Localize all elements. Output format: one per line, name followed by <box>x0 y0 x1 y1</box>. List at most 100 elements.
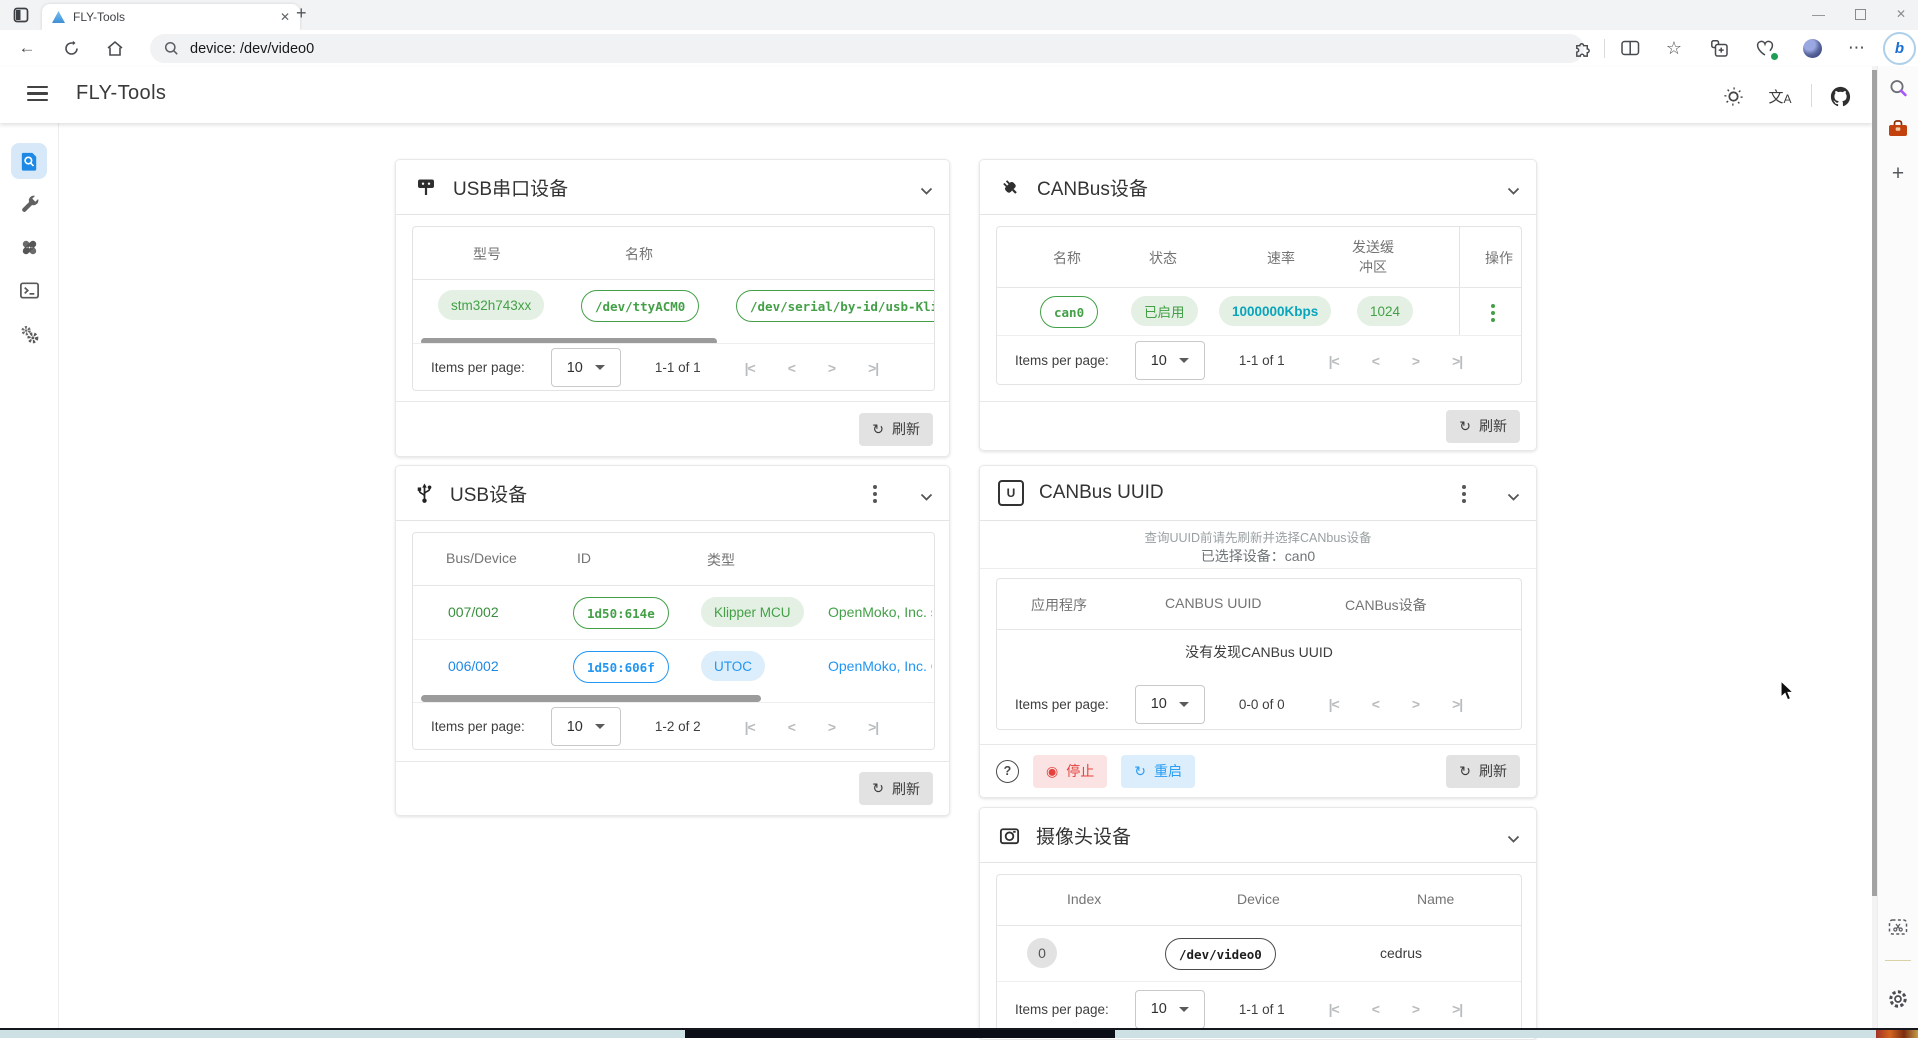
sidebar-add-icon[interactable]: + <box>1878 162 1918 186</box>
first-page-button[interactable]: |< <box>1329 353 1339 369</box>
home-icon[interactable] <box>100 33 130 63</box>
copilot-icon[interactable]: b <box>1883 32 1916 65</box>
refresh-icon[interactable] <box>56 33 86 63</box>
chevron-down-icon[interactable] <box>920 183 933 201</box>
chevron-down-icon[interactable] <box>1507 831 1520 849</box>
sidebar-toolbox-icon[interactable] <box>1878 119 1918 138</box>
device-search-icon <box>18 150 41 173</box>
device-path-chip[interactable]: /dev/serial/by-id/usb-Klipper_st <box>736 290 935 322</box>
favorites-star-icon[interactable]: ☆ <box>1659 33 1689 63</box>
panel-camera-header[interactable]: 摄像头设备 <box>980 808 1536 863</box>
prev-page-button[interactable]: < <box>1372 353 1379 369</box>
theme-toggle-icon[interactable] <box>1718 81 1748 111</box>
camera-device-chip[interactable]: /dev/video0 <box>1165 938 1276 970</box>
split-screen-icon[interactable] <box>1615 33 1645 63</box>
page-size-select[interactable]: 10 <box>1135 990 1205 1029</box>
panel-canbus-uuid-header[interactable]: U CANBus UUID <box>980 466 1536 521</box>
usb-id-chip[interactable]: 1d50:614e <box>573 597 669 629</box>
panel-usb-header[interactable]: USB设备 <box>396 466 949 521</box>
sidebar-settings-icon[interactable] <box>1878 988 1918 1010</box>
help-icon[interactable]: ? <box>996 760 1019 783</box>
items-per-page-label: Items per page: <box>1015 353 1109 368</box>
panel-canbus-header[interactable]: CANBus设备 <box>980 160 1536 215</box>
translate-icon[interactable]: 文A <box>1765 81 1795 111</box>
last-page-button[interactable]: >| <box>1452 696 1462 712</box>
browser-essentials-icon[interactable] <box>1750 33 1780 63</box>
restart-button[interactable]: ↻重启 <box>1121 755 1195 788</box>
sidebar-item-settings[interactable] <box>11 316 47 352</box>
chevron-down-icon[interactable] <box>1507 183 1520 201</box>
usb-id-chip[interactable]: 1d50:606f <box>573 651 669 683</box>
refresh-icon: ↻ <box>872 780 884 797</box>
can-name-chip[interactable]: can0 <box>1040 296 1098 328</box>
sidebar-item-terminal[interactable] <box>11 272 47 308</box>
sidebar-search-icon[interactable] <box>1878 78 1918 99</box>
empty-state-message: 没有发现CANBus UUID <box>997 642 1521 662</box>
refresh-button[interactable]: ↻刷新 <box>859 772 933 805</box>
prev-page-button[interactable]: < <box>788 719 795 735</box>
last-page-button[interactable]: >| <box>1452 1001 1462 1017</box>
extensions-icon[interactable] <box>1567 33 1597 63</box>
refresh-button[interactable]: ↻刷新 <box>859 413 933 446</box>
can-buffer-chip: 1024 <box>1357 296 1413 326</box>
back-icon[interactable]: ← <box>12 33 42 63</box>
mouse-cursor <box>1779 680 1799 707</box>
taskbar-dark-segment <box>685 1030 1115 1038</box>
sidebar-item-device-search[interactable] <box>11 143 47 179</box>
next-page-button[interactable]: > <box>828 719 835 735</box>
minimize-button[interactable]: — <box>1812 7 1825 22</box>
more-options-icon[interactable] <box>873 485 877 503</box>
wrench-icon <box>18 193 41 216</box>
settings-more-icon[interactable]: ⋯ <box>1842 33 1872 63</box>
browser-tab[interactable]: FLY-Tools ✕ <box>42 4 300 30</box>
next-page-button[interactable]: > <box>1412 353 1419 369</box>
github-icon[interactable] <box>1825 81 1855 111</box>
close-button[interactable]: ✕ <box>1896 7 1906 21</box>
panel-usb-serial-header[interactable]: USB串口设备 <box>396 160 949 215</box>
chevron-down-icon[interactable] <box>920 489 933 507</box>
panel-usb: USB设备 Bus/Device ID 类型 007/002 1d50:614e… <box>395 465 950 816</box>
page-size-select[interactable]: 10 <box>551 348 621 387</box>
page-size-select[interactable]: 10 <box>551 707 621 746</box>
prev-page-button[interactable]: < <box>1372 696 1379 712</box>
last-page-button[interactable]: >| <box>1452 353 1462 369</box>
caret-down-icon <box>1179 702 1189 707</box>
horizontal-scrollbar[interactable] <box>421 695 761 702</box>
workspaces-icon[interactable] <box>13 7 29 28</box>
refresh-button[interactable]: ↻刷新 <box>1446 755 1520 788</box>
menu-hamburger-icon[interactable] <box>27 86 48 101</box>
last-page-button[interactable]: >| <box>868 719 878 735</box>
chevron-down-icon[interactable] <box>1507 489 1520 507</box>
sidebar-item-tools[interactable] <box>11 186 47 222</box>
maximize-button[interactable] <box>1855 9 1866 20</box>
first-page-button[interactable]: |< <box>745 719 755 735</box>
page-range-label: 1-1 of 1 <box>655 360 701 375</box>
bus-device: 006/002 <box>448 658 499 674</box>
sidebar-screenshot-icon[interactable] <box>1878 916 1918 938</box>
last-page-button[interactable]: >| <box>868 360 878 376</box>
column-header: 发送缓冲区 <box>1349 237 1397 277</box>
page-size-select[interactable]: 10 <box>1135 685 1205 724</box>
prev-page-button[interactable]: < <box>1372 1001 1379 1017</box>
page-size-select[interactable]: 10 <box>1135 341 1205 380</box>
tab-close-icon[interactable]: ✕ <box>280 10 290 24</box>
device-name-chip[interactable]: /dev/ttyACM0 <box>581 290 699 322</box>
usb-vendor: OpenMoko, Inc. C <box>828 658 932 674</box>
more-options-icon[interactable] <box>1462 485 1466 503</box>
profile-avatar[interactable] <box>1797 33 1827 63</box>
first-page-button[interactable]: |< <box>1329 1001 1339 1017</box>
address-bar[interactable]: device: /dev/video0 <box>150 34 1584 63</box>
stop-button[interactable]: ◉停止 <box>1033 755 1107 788</box>
sidebar-item-patch[interactable] <box>11 229 47 265</box>
first-page-button[interactable]: |< <box>745 360 755 376</box>
prev-page-button[interactable]: < <box>788 360 795 376</box>
new-tab-button[interactable]: + <box>296 3 307 24</box>
panel-camera: 摄像头设备 Index Device Name 0 /dev/video0 ce… <box>979 807 1537 1040</box>
next-page-button[interactable]: > <box>1412 696 1419 712</box>
next-page-button[interactable]: > <box>1412 1001 1419 1017</box>
next-page-button[interactable]: > <box>828 360 835 376</box>
refresh-button[interactable]: ↻刷新 <box>1446 410 1520 443</box>
first-page-button[interactable]: |< <box>1329 696 1339 712</box>
collections-icon[interactable] <box>1704 33 1734 63</box>
row-actions-icon[interactable] <box>1491 304 1495 322</box>
